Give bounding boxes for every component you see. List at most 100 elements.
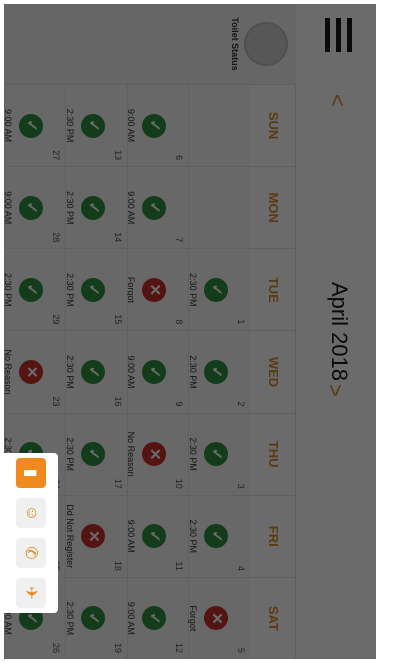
- cross-icon: ✕: [204, 606, 228, 631]
- calendar-day-cell[interactable]: 23 ✕ No Reason: [4, 330, 66, 413]
- day-number: 28: [51, 232, 62, 243]
- weekday-fri: FRI: [250, 494, 296, 577]
- check-icon: ✓: [81, 277, 105, 302]
- status-text: 2:30 PM: [4, 273, 14, 307]
- plane-icon[interactable]: ✈: [16, 578, 46, 608]
- calendar-day-cell[interactable]: 1 ✓ 2:30 PM: [188, 248, 250, 331]
- status-text: 2:30 PM: [188, 355, 198, 389]
- status-text: 2:30 PM: [65, 355, 75, 389]
- weekday-sat: SAT: [250, 576, 296, 659]
- smiley-icon[interactable]: ☺: [16, 498, 46, 528]
- calendar-stage: < April 2018 > Toilet Status SUN MON TUE WE…: [4, 4, 376, 659]
- day-number: 29: [51, 314, 62, 325]
- phone-icon[interactable]: ✆: [16, 538, 46, 568]
- check-icon: ✓: [81, 359, 105, 384]
- status-text: 9:00 AM: [4, 191, 14, 225]
- calendar-day-cell[interactable]: [188, 84, 250, 167]
- sidebar: Toilet Status: [4, 4, 296, 85]
- calendar-day-cell[interactable]: 12 ✓ 9:00 AM: [127, 576, 189, 659]
- day-number: 2: [236, 401, 246, 407]
- check-icon: ✓: [142, 524, 167, 549]
- calendar-day-cell[interactable]: 6 ✓ 9:00 AM: [127, 84, 189, 167]
- calendar-day-cell[interactable]: 28 ✓ 9:00 AM: [4, 166, 66, 249]
- calendar-header: < April 2018 >: [295, 4, 376, 659]
- next-month-icon[interactable]: >: [322, 384, 348, 397]
- day-number: 6: [174, 155, 185, 161]
- calendar-day-cell[interactable]: 4 ✓ 2:30 PM: [188, 494, 250, 577]
- calendar-day-cell[interactable]: 7 ✓ 9:00 AM: [127, 166, 189, 249]
- day-number: 8: [174, 319, 185, 325]
- day-number: 18: [113, 560, 123, 571]
- calendar-view-icon[interactable]: ▮: [16, 458, 46, 488]
- calendar-day-cell[interactable]: 3 ✓ 2:30 PM: [188, 412, 250, 495]
- day-number: 7: [174, 237, 185, 243]
- check-icon: ✓: [19, 195, 44, 220]
- weekday-wed: WED: [250, 330, 296, 413]
- calendar-day-cell[interactable]: 14 ✓ 2:30 PM: [65, 166, 127, 249]
- calendar-day-cell[interactable]: 18 ✕ Dd Not Register: [65, 494, 127, 577]
- day-number: 15: [113, 314, 123, 325]
- status-text: 2:30 PM: [188, 437, 198, 471]
- calendar-day-cell[interactable]: 19 ✓ 2:30 PM: [65, 576, 127, 659]
- status-text: No Reason: [126, 431, 137, 477]
- check-icon: ✓: [204, 442, 228, 467]
- weekday-sun: SUN: [250, 84, 296, 167]
- toilet-status-icon: [244, 22, 288, 66]
- status-text: No Reason: [4, 349, 14, 395]
- calendar-day-cell[interactable]: 11 ✓ 9:00 AM: [127, 494, 189, 577]
- weekday-mon: MON: [250, 166, 296, 249]
- check-icon: ✓: [142, 606, 167, 631]
- status-text: 2:30 PM: [65, 190, 75, 225]
- day-number: 14: [113, 232, 123, 243]
- weekday-header: SUN MON TUE WED THU FRI SAT: [250, 84, 296, 659]
- day-number: 12: [174, 642, 185, 653]
- day-number: 3: [236, 483, 246, 489]
- calendar-day-cell[interactable]: 13 ✓ 2:30 PM: [65, 84, 127, 167]
- cross-icon: ✕: [142, 442, 167, 467]
- day-number: 19: [113, 642, 123, 653]
- check-icon: ✓: [204, 524, 228, 549]
- calendar-day-cell[interactable]: 10 ✕ No Reason: [126, 412, 189, 495]
- check-icon: ✓: [81, 195, 105, 220]
- check-icon: ✓: [204, 277, 228, 302]
- check-icon: ✓: [142, 195, 167, 220]
- day-number: 23: [51, 396, 62, 407]
- status-text: 9:00 AM: [126, 355, 137, 389]
- calendar-day-cell[interactable]: 27 ✓ 9:00 AM: [4, 84, 66, 167]
- status-text: 2:30 PM: [65, 601, 75, 636]
- check-icon: ✓: [204, 359, 228, 384]
- status-text: 2:30 PM: [188, 273, 198, 307]
- day-number: 10: [174, 478, 185, 489]
- status-text: 9:00 AM: [4, 109, 14, 143]
- status-text: Forgot: [126, 276, 137, 303]
- cross-icon: ✕: [19, 359, 44, 384]
- status-text: Dd Not Register: [65, 504, 75, 569]
- check-icon: ✓: [81, 606, 105, 631]
- status-text: 2:30 PM: [188, 519, 198, 554]
- day-number: 17: [113, 478, 123, 489]
- calendar-day-cell[interactable]: 17 ✓ 2:30 PM: [65, 412, 127, 495]
- fab-panel: ▮ ☺ ✆ ✈: [4, 453, 58, 613]
- toilet-status-label: Toilet Status: [230, 17, 240, 71]
- check-icon: ✓: [81, 113, 105, 138]
- check-icon: ✓: [19, 277, 44, 302]
- weekday-tue: TUE: [250, 248, 296, 331]
- calendar-day-cell[interactable]: 5 ✕ Forgot: [188, 576, 250, 659]
- day-number: 5: [236, 647, 246, 653]
- day-number: 16: [113, 396, 123, 407]
- status-text: Forgot: [188, 605, 198, 632]
- status-text: 2:30 PM: [65, 437, 75, 471]
- toilet-status-badge[interactable]: Toilet Status: [230, 10, 288, 78]
- month-title: April 2018: [327, 281, 352, 382]
- calendar-day-cell[interactable]: 8 ✕ Forgot: [126, 248, 189, 331]
- calendar-day-cell[interactable]: [188, 166, 250, 249]
- calendar-day-cell[interactable]: 9 ✓ 9:00 AM: [126, 330, 189, 413]
- calendar-day-cell[interactable]: 29 ✓ 2:30 PM: [4, 248, 66, 331]
- calendar-day-cell[interactable]: 2 ✓ 2:30 PM: [188, 330, 250, 413]
- day-number: 13: [113, 150, 123, 161]
- calendar-day-cell[interactable]: 16 ✓ 2:30 PM: [65, 330, 127, 413]
- calendar-day-cell[interactable]: 15 ✓ 2:30 PM: [65, 248, 127, 331]
- check-icon: ✓: [81, 442, 105, 467]
- status-text: 2:30 PM: [65, 273, 75, 307]
- status-text: 2:30 PM: [65, 108, 75, 143]
